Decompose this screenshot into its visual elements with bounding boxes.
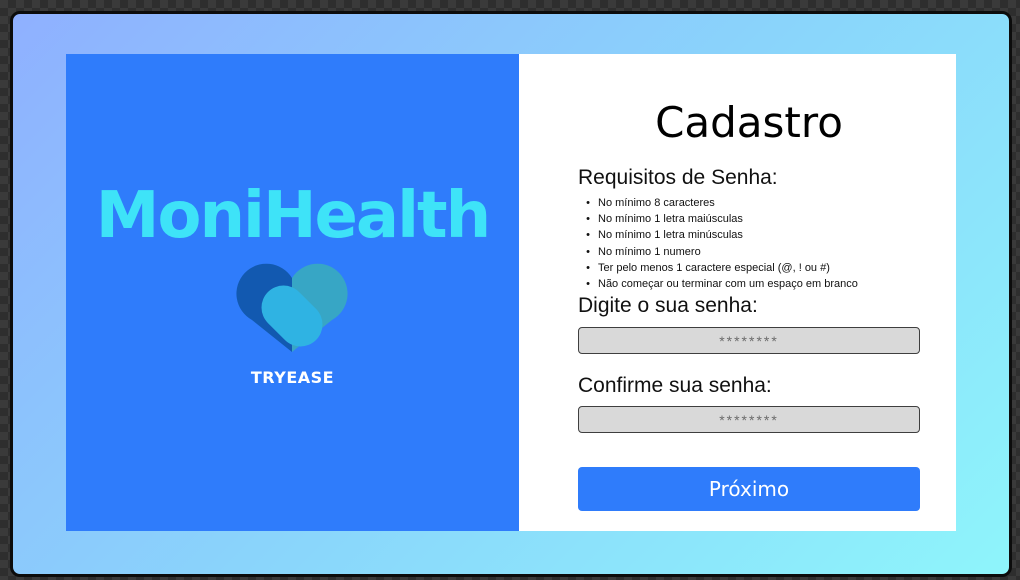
requirement-item: • No mínimo 8 caracteres [578, 195, 858, 211]
requirement-item: • No mínimo 1 letra minúsculas [578, 227, 858, 243]
brand-panel: MoniHealth TRYEASE [66, 54, 519, 531]
requirements-list: • No mínimo 8 caracteres • No mínimo 1 let… [578, 195, 858, 292]
page-title: Cadastro [655, 98, 843, 147]
heart-logo-icon [236, 263, 348, 352]
bullet-icon: • [586, 213, 590, 226]
requirement-item: • No mínimo 1 letra maiúsculas [578, 211, 858, 227]
next-button[interactable]: Próximo [578, 467, 920, 511]
confirm-password-field[interactable] [578, 406, 920, 433]
brand-name: MoniHealth [95, 179, 491, 253]
bullet-icon: • [586, 197, 590, 209]
requirements-title: Requisitos de Senha: [578, 166, 778, 189]
bullet-icon: • [586, 245, 590, 258]
form-panel: Cadastro Requisitos de Senha: • No mínimo… [519, 54, 956, 531]
requirement-item: • Não começar ou terminar com um espaço e… [578, 276, 858, 292]
password-label: Digite o sua senha: [578, 294, 758, 317]
company-name: TRYEASE [250, 368, 335, 387]
bullet-icon: • [586, 278, 590, 291]
password-field[interactable] [578, 327, 920, 354]
signup-card: MoniHealth TRYEASE Cadastro Requisitos d… [66, 54, 956, 531]
bullet-icon: • [586, 261, 590, 274]
requirement-item: • Ter pelo menos 1 caractere especial (@,… [578, 260, 858, 276]
bullet-icon: • [586, 229, 590, 242]
requirement-item: • No mínimo 1 numero [578, 244, 858, 260]
app-frame: MoniHealth TRYEASE Cadastro Requisitos d… [10, 11, 1012, 577]
confirm-password-label: Confirme sua senha: [578, 374, 772, 397]
